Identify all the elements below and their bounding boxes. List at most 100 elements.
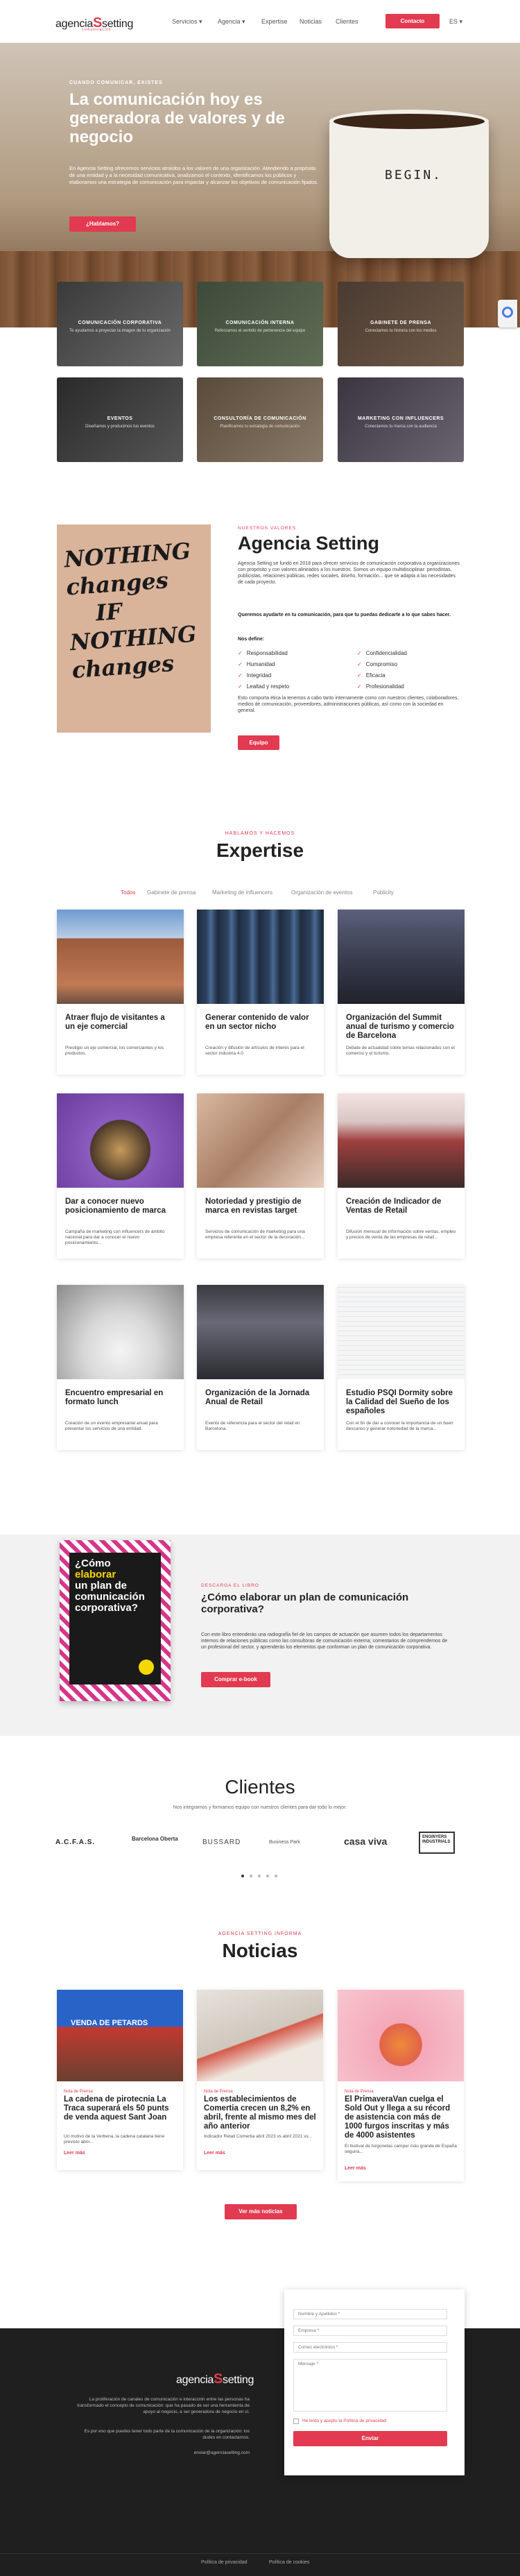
news-card[interactable]: Nota de Prensa Los establecimientos de Co… bbox=[197, 1990, 323, 2170]
service-desc: Planificamos tu estrategia de comunicaci… bbox=[220, 425, 300, 429]
expertise-card[interactable]: Notoriedad y prestigio de marca en revis… bbox=[197, 1093, 324, 1259]
value-label: Humanidad bbox=[246, 661, 275, 667]
card-desc: Campaña de marketing con influencers de … bbox=[65, 1229, 165, 1245]
expertise-card[interactable]: Dar a conocer nuevo posicionamiento de m… bbox=[57, 1093, 184, 1259]
about-title: Agencia Setting bbox=[238, 533, 380, 554]
service-card-corporativa[interactable]: COMUNICACIÓN CORPORATIVA Te ayudamos a pr… bbox=[57, 282, 183, 366]
message-field[interactable]: Mensaje * bbox=[293, 2359, 447, 2412]
footer-divider bbox=[0, 2553, 520, 2554]
read-more-link[interactable]: Leer más bbox=[204, 2151, 225, 2156]
service-card-interna[interactable]: COMUNICACIÓN INTERNA Reforzamos el sentid… bbox=[197, 282, 323, 366]
news-category: Nota de Prensa bbox=[64, 2090, 93, 2094]
value-item: ✓ Responsabilidad bbox=[238, 650, 288, 656]
hero-cta-button[interactable]: ¿Hablamos? bbox=[69, 216, 136, 232]
book-eyebrow: DESCARGA EL LIBRO bbox=[201, 1583, 259, 1588]
client-logo-acfas: A.C.F.A.S. bbox=[55, 1839, 96, 1846]
value-item: ✓ Confidencialidad bbox=[357, 650, 407, 656]
carousel-dot[interactable] bbox=[266, 1875, 269, 1877]
logo-text-a: agencia bbox=[176, 2374, 214, 2386]
recaptcha-icon bbox=[502, 307, 513, 318]
cookies-policy-link[interactable]: Política de cookies bbox=[269, 2560, 309, 2565]
card-title: Creación de Indicador de Ventas de Retai… bbox=[346, 1197, 442, 1215]
expertise-eyebrow: HABLAMOS Y HACEMOS bbox=[225, 831, 295, 836]
language-select[interactable]: ES ▾ bbox=[449, 18, 462, 26]
cover-line: ¿Cómo bbox=[75, 1558, 111, 1569]
news-card[interactable]: Nota de Prensa El PrimaveraVan cuelga el … bbox=[338, 1990, 464, 2181]
read-more-link[interactable]: Leer más bbox=[345, 2166, 366, 2171]
team-button[interactable]: Equipo bbox=[238, 735, 279, 750]
carousel-dot[interactable] bbox=[275, 1875, 277, 1877]
service-card-prensa[interactable]: GABINETE DE PRENSA Conectamos tu historia… bbox=[338, 282, 464, 366]
service-title: COMUNICACIÓN CORPORATIVA bbox=[78, 321, 162, 325]
clients-title: Clientes bbox=[225, 1776, 295, 1798]
filter-eventos[interactable]: Organización de eventos bbox=[291, 889, 353, 896]
privacy-label[interactable]: He leído y acepto la Política de privaci… bbox=[302, 2419, 386, 2423]
contact-button[interactable]: Contacto bbox=[385, 14, 440, 28]
site-logo[interactable]: agenciaSsetting comunicación bbox=[55, 15, 133, 32]
service-title: EVENTOS bbox=[107, 416, 133, 421]
news-title: El PrimaveraVan cuelga el Sold Out y lle… bbox=[345, 2095, 451, 2140]
service-desc: Reforzamos el sentido de pertenencia del… bbox=[214, 329, 306, 333]
expertise-card[interactable]: Generar contenido de valor en un sector … bbox=[197, 910, 324, 1075]
privacy-checkbox[interactable] bbox=[293, 2419, 299, 2424]
clients-subtitle: Nos integramos y formamos equipo con nue… bbox=[173, 1805, 347, 1810]
buy-ebook-button[interactable]: Comprar e-book bbox=[201, 1672, 270, 1687]
card-image bbox=[197, 1093, 324, 1188]
name-field[interactable]: Nombre y Apellidos * bbox=[293, 2309, 447, 2319]
card-title: Encuentro empresarial en formato lunch bbox=[65, 1389, 164, 1406]
value-item: ✓ Profesionalidad bbox=[357, 683, 404, 690]
expertise-card[interactable]: Atraer flujo de visitantes a un eje come… bbox=[57, 910, 184, 1075]
card-title: Organización de la Jornada Anual de Reta… bbox=[205, 1389, 310, 1406]
service-title: CONSULTORÍA DE COMUNICACIÓN bbox=[214, 416, 306, 421]
service-card-consultoria[interactable]: CONSULTORÍA DE COMUNICACIÓN Planificamos … bbox=[197, 377, 323, 462]
nav-servicios[interactable]: Servicios ▾ bbox=[172, 18, 202, 26]
footer-logo[interactable]: agenciaSsetting bbox=[176, 2371, 254, 2387]
footer-email[interactable]: enviar@agenciasetting.com bbox=[76, 2450, 250, 2455]
nav-clientes[interactable]: Clientes bbox=[336, 18, 358, 25]
card-desc: Servicios de comunicación de marketing p… bbox=[205, 1229, 305, 1240]
nav-expertise[interactable]: Expertise bbox=[261, 18, 288, 25]
news-title: La cadena de pirotecnia La Traca superar… bbox=[64, 2095, 169, 2122]
service-title: COMUNICACIÓN INTERNA bbox=[225, 321, 295, 325]
news-card[interactable]: VENDA DE PETARDS Nota de Prensa La cadena … bbox=[57, 1990, 183, 2170]
nav-noticias[interactable]: Noticias bbox=[300, 18, 322, 25]
about-paragraph-3: Esto comporta ética la tenemos a cabo ta… bbox=[238, 696, 459, 713]
client-logo-business-park: Business Park bbox=[269, 1840, 300, 1845]
carousel-dot[interactable] bbox=[258, 1875, 261, 1877]
card-image bbox=[338, 1285, 465, 1379]
carousel-dot[interactable] bbox=[241, 1875, 244, 1877]
nav-agencia[interactable]: Agencia ▾ bbox=[218, 18, 245, 26]
card-desc: Creación de un evento empresarial anual … bbox=[65, 1421, 158, 1431]
email-field[interactable]: Correo electrónico * bbox=[293, 2342, 447, 2353]
recaptcha-badge[interactable] bbox=[498, 300, 517, 327]
mug-text: BEGIN. bbox=[385, 168, 443, 182]
service-card-eventos[interactable]: EVENTOS Diseñamos y producimos tus evento… bbox=[57, 377, 183, 462]
expertise-card[interactable]: Organización del Summit anual de turismo… bbox=[338, 910, 465, 1075]
value-item: ✓ Humanidad bbox=[238, 661, 275, 667]
book-text: Con este libro entenderás una radiografí… bbox=[201, 1632, 448, 1650]
carousel-dots[interactable] bbox=[241, 1875, 283, 1879]
expertise-card[interactable]: Organización de la Jornada Anual de Reta… bbox=[197, 1285, 324, 1450]
value-item: ✓ Compromiso bbox=[357, 661, 398, 667]
card-title: Dar a conocer nuevo posicionamiento de m… bbox=[65, 1197, 166, 1215]
expertise-card[interactable]: Creación de Indicador de Ventas de Retai… bbox=[338, 1093, 465, 1259]
more-news-button[interactable]: Ver más noticias bbox=[225, 2204, 297, 2219]
value-item: ✓ Integridad bbox=[238, 672, 272, 679]
carousel-dot[interactable] bbox=[250, 1875, 252, 1877]
read-more-link[interactable]: Leer más bbox=[64, 2151, 85, 2156]
cover-line: un plan de bbox=[75, 1580, 127, 1592]
filter-gabinete[interactable]: Gabinete de prensa bbox=[147, 889, 196, 896]
card-image bbox=[338, 1093, 465, 1188]
expertise-card[interactable]: Estudio PSQI Dormity sobre la Calidad de… bbox=[338, 1285, 465, 1450]
card-desc: Debate de actualidad sobre temas relacio… bbox=[346, 1046, 455, 1056]
filter-todos[interactable]: Todos bbox=[121, 889, 135, 896]
filter-publicity[interactable]: Publicity bbox=[373, 889, 394, 896]
expertise-card[interactable]: Encuentro empresarial en formato lunch Cr… bbox=[57, 1285, 184, 1450]
submit-button[interactable]: Enviar bbox=[293, 2431, 447, 2446]
company-field[interactable]: Empresa * bbox=[293, 2326, 447, 2336]
privacy-policy-link[interactable]: Política de privacidad bbox=[201, 2560, 248, 2565]
service-desc: Diseñamos y producimos tus eventos bbox=[85, 425, 155, 429]
book-cover: ¿Cómo elaborar un plan de comunicación c… bbox=[60, 1540, 171, 1701]
filter-influencers[interactable]: Marketing de influencers bbox=[212, 889, 272, 896]
service-card-influencers[interactable]: MARKETING CON INFLUENCERS Conectamos tu m… bbox=[338, 377, 464, 462]
